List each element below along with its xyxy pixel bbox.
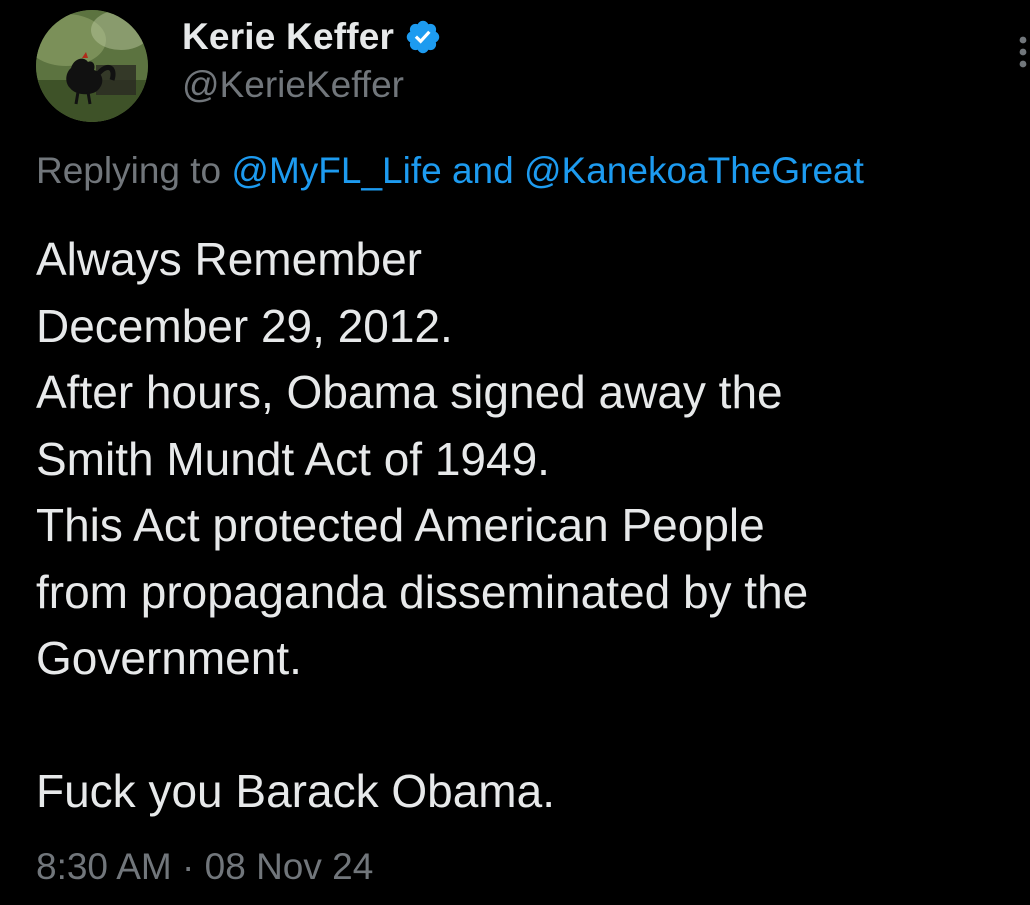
- tweet-text-line: December 29, 2012.: [36, 299, 453, 352]
- avatar[interactable]: [36, 10, 148, 122]
- meta-separator: ·: [171, 846, 205, 887]
- tweet-text-line: from propaganda disseminated by the: [36, 565, 809, 618]
- verified-badge-icon: [404, 18, 442, 56]
- tweet-text-line: Smith Mundt Act of 1949.: [36, 432, 550, 485]
- tweet-text-line: Fuck you Barack Obama.: [36, 765, 555, 817]
- tweet-time: 8:30 AM: [36, 846, 172, 887]
- replying-to-label: Replying to: [36, 150, 232, 191]
- tweet-date: 08 Nov 24: [204, 846, 374, 887]
- author-name[interactable]: Kerie Keffer: [182, 16, 394, 58]
- mention-link-myfl-life[interactable]: @MyFL_Life: [231, 150, 441, 191]
- tweet-text-line: Always Remember: [36, 233, 422, 285]
- tweet-text-line: This Act protected American People: [36, 499, 765, 551]
- author-name-row[interactable]: Kerie Keffer: [182, 14, 442, 60]
- mention-joiner: and: [441, 150, 524, 191]
- tweet-text-line: After hours, Obama signed away the: [36, 366, 783, 418]
- rooster-avatar-icon: [36, 10, 148, 122]
- mention-link-kanekoathegreat[interactable]: @KanekoaTheGreat: [524, 150, 864, 191]
- tweet-text-line: Government.: [36, 632, 302, 684]
- tweet: Kerie Keffer @KerieKeffer Replying to @M…: [0, 0, 1030, 905]
- tweet-timestamp[interactable]: 8:30 AM · 08 Nov 24: [36, 846, 373, 888]
- tweet-text: Always Remember December 29, 2012. After…: [36, 226, 1016, 825]
- more-options-icon[interactable]: [1016, 34, 1030, 74]
- author-handle[interactable]: @KerieKeffer: [182, 64, 404, 106]
- replying-to-line: Replying to @MyFL_Life and @KanekoaTheGr…: [36, 150, 864, 192]
